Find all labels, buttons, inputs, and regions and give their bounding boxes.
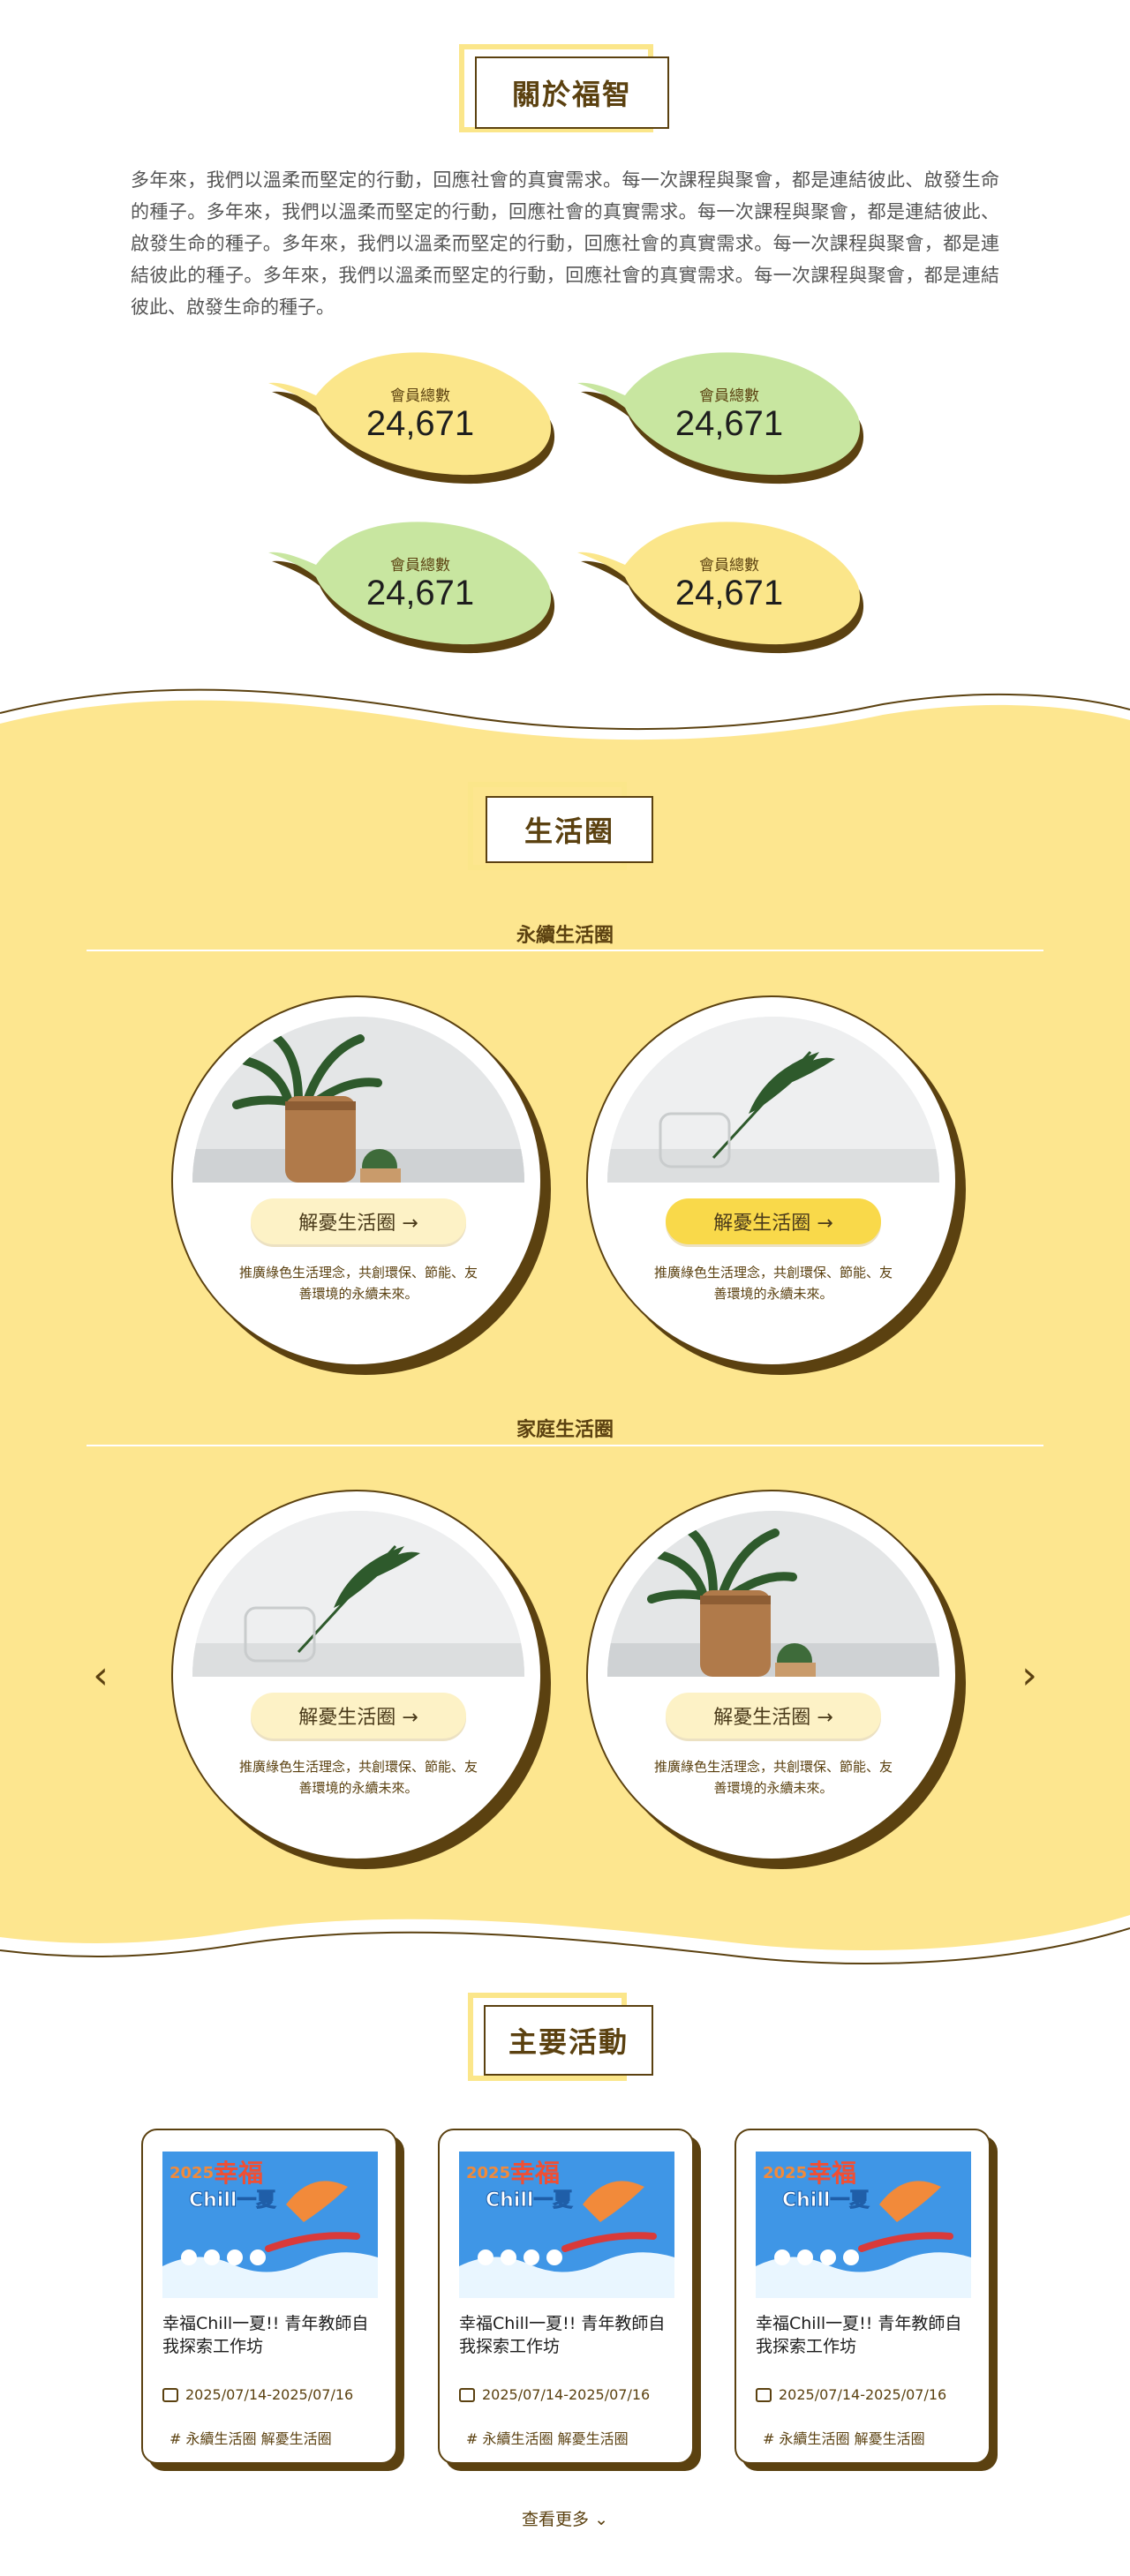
life-title-block: 生活圈 xyxy=(0,778,1130,884)
calendar-icon xyxy=(162,2387,178,2402)
activity-title[interactable]: 幸福Chill一夏!! 青年教師自我探索工作坊 xyxy=(756,2312,976,2358)
activity-title[interactable]: 幸福Chill一夏!! 青年教師自我探索工作坊 xyxy=(459,2312,680,2358)
activity-date: 2025/07/14-2025/07/16 xyxy=(756,2386,946,2403)
group-heading-sustainable: 永續生活圈 xyxy=(516,925,614,947)
life-circle-description: 推廣綠色生活理念，共創環保、節能、友善環境的永續未來。 xyxy=(238,1265,478,1302)
divider xyxy=(87,950,1043,951)
life-circle-description: 推廣綠色生活理念，共創環保、節能、友善環境的永續未來。 xyxy=(238,1759,478,1796)
poster-brand: 幸福 xyxy=(510,2159,560,2188)
about-paragraph: 多年來，我們以溫柔而堅定的行動，回應社會的真實需求。每一次課程與聚會，都是連結彼… xyxy=(131,169,999,318)
stat-value: 24,671 xyxy=(365,404,475,443)
view-more-label: 查看更多 xyxy=(522,2510,590,2529)
poster-year: 2025 xyxy=(466,2164,510,2182)
activity-date: 2025/07/14-2025/07/16 xyxy=(162,2386,353,2403)
life-circle-button[interactable]: 解憂生活圈 → xyxy=(251,1693,466,1739)
stat-value: 24,671 xyxy=(365,574,475,612)
next-arrow-icon[interactable]: › xyxy=(1012,1648,1047,1701)
life-circle-card[interactable]: 解憂生活圈 → 推廣綠色生活理念，共創環保、節能、友善環境的永續未來。 xyxy=(171,1490,551,1869)
stat-value: 24,671 xyxy=(674,404,784,443)
chevron-down-icon: ⌄ xyxy=(594,2510,608,2529)
poster-brand: 幸福 xyxy=(807,2159,856,2188)
life-circle-description: 推廣綠色生活理念，共創環保、節能、友善環境的永續未來。 xyxy=(653,1759,893,1796)
poster-subtitle: Chill一夏 xyxy=(782,2189,870,2212)
divider xyxy=(87,1445,1043,1446)
life-circle-card[interactable]: 解憂生活圈 → 推廣綠色生活理念，共創環保、節能、友善環境的永續未來。 xyxy=(586,1490,966,1869)
activity-date-text: 2025/07/14-2025/07/16 xyxy=(779,2386,947,2403)
stat-label: 會員總數 xyxy=(390,387,450,405)
group-heading-family: 家庭生活圈 xyxy=(516,1419,614,1441)
vase-plant-photo xyxy=(607,1511,939,1677)
life-circle-card[interactable]: 解憂生活圈 → 推廣綠色生活理念，共創環保、節能、友善環境的永續未來。 xyxy=(586,995,966,1375)
activity-title[interactable]: 幸福Chill一夏!! 青年教師自我探索工作坊 xyxy=(162,2312,383,2358)
stat-label: 會員總數 xyxy=(699,387,759,405)
stat-value: 24,671 xyxy=(674,574,784,612)
activity-tags[interactable]: # 永續生活圈 解憂生活圈 xyxy=(763,2427,925,2448)
poster-subtitle: Chill一夏 xyxy=(486,2189,573,2212)
activity-date-text: 2025/07/14-2025/07/16 xyxy=(482,2386,651,2403)
life-circle-description: 推廣綠色生活理念，共創環保、節能、友善環境的永續未來。 xyxy=(653,1265,893,1302)
about-title: 關於福智 xyxy=(475,56,669,129)
poster-brand: 幸福 xyxy=(214,2159,263,2188)
poster-year: 2025 xyxy=(763,2164,807,2182)
stat-leaf: 會員總數 24,671 xyxy=(570,515,870,657)
activity-card[interactable]: 2025 幸福 Chill一夏幸福Chill一夏!! 青年教師自我探索工作坊 2025… xyxy=(734,2129,998,2471)
calendar-icon xyxy=(756,2387,772,2402)
activity-tags[interactable]: # 永續生活圈 解憂生活圈 xyxy=(466,2427,629,2448)
activity-poster-image: 2025 幸福 Chill一夏 xyxy=(756,2152,971,2298)
stat-leaf: 會員總數 24,671 xyxy=(261,346,561,487)
stat-leaf: 會員總數 24,671 xyxy=(570,346,870,487)
calendar-icon xyxy=(459,2387,475,2402)
life-circle-button[interactable]: 解憂生活圈 → xyxy=(251,1198,466,1244)
life-circle-card[interactable]: 解憂生活圈 → 推廣綠色生活理念，共創環保、節能、友善環境的永續未來。 xyxy=(171,995,551,1375)
vase-plant-photo xyxy=(192,1017,524,1183)
activity-tags[interactable]: # 永續生活圈 解憂生活圈 xyxy=(170,2427,332,2448)
activity-card[interactable]: 2025 幸福 Chill一夏幸福Chill一夏!! 青年教師自我探索工作坊 2025… xyxy=(141,2129,404,2471)
life-circle-button[interactable]: 解憂生活圈 → xyxy=(666,1693,881,1739)
activity-card[interactable]: 2025 幸福 Chill一夏幸福Chill一夏!! 青年教師自我探索工作坊 2025… xyxy=(438,2129,701,2471)
stat-leaf: 會員總數 24,671 xyxy=(261,515,561,657)
life-title: 生活圈 xyxy=(486,796,653,863)
view-more-link[interactable]: 查看更多 ⌄ xyxy=(0,2506,1130,2530)
activity-date-text: 2025/07/14-2025/07/16 xyxy=(185,2386,354,2403)
life-circle-button[interactable]: 解憂生活圈 → xyxy=(666,1198,881,1244)
about-title-block: 關於福智 xyxy=(0,35,1130,141)
prev-arrow-icon[interactable]: ‹ xyxy=(83,1648,118,1701)
activity-poster-image: 2025 幸福 Chill一夏 xyxy=(162,2152,378,2298)
activities-title: 主要活動 xyxy=(484,2005,653,2076)
poster-year: 2025 xyxy=(170,2164,214,2182)
activities-title-block: 主要活動 xyxy=(0,1989,1130,2095)
activity-poster-image: 2025 幸福 Chill一夏 xyxy=(459,2152,674,2298)
stat-label: 會員總數 xyxy=(390,557,450,575)
stat-label: 會員總數 xyxy=(699,557,759,575)
poster-subtitle: Chill一夏 xyxy=(189,2189,276,2212)
palm-leaf-glass-photo xyxy=(192,1511,524,1677)
activity-date: 2025/07/14-2025/07/16 xyxy=(459,2386,650,2403)
palm-leaf-glass-photo xyxy=(607,1017,939,1183)
